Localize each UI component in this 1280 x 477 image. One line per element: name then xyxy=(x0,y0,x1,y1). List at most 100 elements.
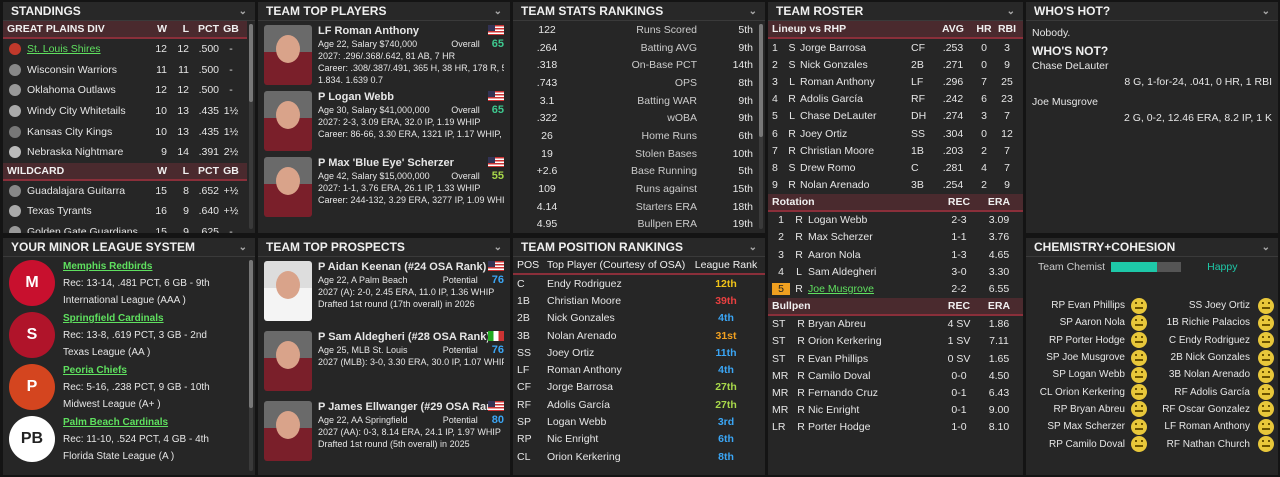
top-player-card[interactable]: P Max 'Blue Eye' Scherzer Age 42, Salary … xyxy=(258,153,510,219)
batting-order: 5 xyxy=(772,110,778,123)
position-ranking-row[interactable]: 1B Christian Moore 39th xyxy=(513,292,765,309)
bullpen-row[interactable]: ST R Bryan Abreu 4 SV 1.86 xyxy=(768,316,1023,333)
lineup-row[interactable]: 9 R Nolan Arenado 3B .254 2 9 xyxy=(768,177,1023,194)
standings-row[interactable]: Golden Gate Guardians 15 9 .625 - xyxy=(3,222,247,233)
position-ranking-row[interactable]: C Endy Rodriguez 12th xyxy=(513,275,765,292)
standings-row[interactable]: Texas Tyrants 16 9 .640 +½ xyxy=(3,201,247,222)
stat-value: 109 xyxy=(538,183,556,196)
team-l: 12 xyxy=(177,43,189,56)
position-ranking-row[interactable]: LF Roman Anthony 4th xyxy=(513,361,765,378)
minor-league-team[interactable]: PB Palm Beach Cardinals Rec: 11-10, .524 P… xyxy=(3,413,255,465)
chemistry-pair-row[interactable]: SP Max Scherzer LF Roman Anthony xyxy=(1026,418,1278,435)
bullpen-row[interactable]: ST R Orion Kerkering 1 SV 7.11 xyxy=(768,333,1023,350)
position-ranking-row[interactable]: CL Orion Kerkering 8th xyxy=(513,448,765,465)
standings-section-header: WILDCARD W L PCT GB xyxy=(3,162,247,181)
position-table-header: POS Top Player (Courtesy of OSA) League Ra… xyxy=(513,257,765,275)
top-player-card[interactable]: LF Roman Anthony Age 22, Salary $740,000 O… xyxy=(258,21,510,87)
lineup-row[interactable]: 7 R Christian Moore 1B .203 2 7 xyxy=(768,142,1023,159)
lineup-row[interactable]: 6 R Joey Ortiz SS .304 0 12 xyxy=(768,125,1023,142)
stat-rank: 8th xyxy=(738,76,753,89)
chemistry-label: Team Chemist xyxy=(1038,261,1106,273)
column-header: L xyxy=(182,164,189,177)
chevron-down-icon[interactable]: ⌄ xyxy=(749,6,757,17)
record: 2-3 xyxy=(951,214,967,227)
scrollbar[interactable] xyxy=(249,260,253,471)
minor-league-team[interactable]: M Memphis Redbirds Rec: 13-14, .481 PCT, 6… xyxy=(3,257,255,309)
lineup-row[interactable]: 2 S Nick Gonzales 2B .271 0 9 xyxy=(768,56,1023,73)
bullpen-row[interactable]: ST R Evan Phillips 0 SV 1.65 xyxy=(768,350,1023,367)
bullpen-row[interactable]: LR R Porter Hodge 1-0 8.10 xyxy=(768,419,1023,436)
team-name[interactable]: Springfield Cardinals xyxy=(63,310,207,327)
standings-row[interactable]: Wisconsin Warriors 11 11 .500- xyxy=(3,60,247,81)
cold-player[interactable]: Chase DeLauter 8 G, 1-for-24, .041, 0 HR,… xyxy=(1032,60,1272,88)
chemistry-pair-row[interactable]: RP Camilo Doval RF Nathan Church xyxy=(1026,435,1278,453)
scrollbar[interactable] xyxy=(249,24,253,229)
chevron-down-icon[interactable]: ⌄ xyxy=(1262,242,1270,253)
position-ranking-row[interactable]: SP Logan Webb 3rd xyxy=(513,413,765,430)
section-label: Lineup vs RHP xyxy=(772,23,847,35)
prospect-card[interactable]: P Aidan Keenan (#24 OSA Rank) Age 22, A P… xyxy=(258,257,510,327)
chevron-down-icon[interactable]: ⌄ xyxy=(749,242,757,253)
era: 7.11 xyxy=(989,335,1009,348)
rotation-row[interactable]: 4 L Sam Aldegheri 3-0 3.30 xyxy=(768,263,1023,280)
bullpen-row[interactable]: MR R Nic Enright 0-1 9.00 xyxy=(768,402,1023,419)
lineup-row[interactable]: 4 R Adolis García RF .242 6 23 xyxy=(768,91,1023,108)
position-ranking-row[interactable]: 3B Nolan Arenado 31st xyxy=(513,327,765,344)
chemistry-pair-row[interactable]: RP Evan Phillips SS Joey Ortiz xyxy=(1026,297,1278,314)
team-name[interactable]: Memphis Redbirds xyxy=(63,258,210,275)
standings-row[interactable]: Kansas City Kings 10 13 .435 1½ xyxy=(3,121,247,142)
rotation-row[interactable]: 1 R Logan Webb 2-3 3.09 xyxy=(768,212,1023,229)
team-name[interactable]: Palm Beach Cardinals xyxy=(63,414,209,431)
minor-league-team[interactable]: S Springfield Cardinals Rec: 13-8, .619 PC… xyxy=(3,309,255,361)
position-ranking-row[interactable]: 2B Nick Gonzales 4th xyxy=(513,310,765,327)
pitcher-name[interactable]: Joe Musgrove xyxy=(808,283,939,295)
scrollbar[interactable] xyxy=(759,24,763,229)
bullpen-row[interactable]: MR R Camilo Doval 0-0 4.50 xyxy=(768,367,1023,384)
lineup-row[interactable]: 3 L Roman Anthony LF .296 7 25 xyxy=(768,73,1023,90)
bats: R xyxy=(788,127,796,140)
whos-not-title: WHO'S NOT? xyxy=(1026,41,1278,60)
rotation-row[interactable]: 3 R Aaron Nola 1-3 4.65 xyxy=(768,246,1023,263)
pair-right: C Endy Rodriguez xyxy=(1168,334,1250,346)
chemistry-pair-row[interactable]: RP Bryan Abreu RF Oscar Gonzalez xyxy=(1026,401,1278,418)
chevron-down-icon[interactable]: ⌄ xyxy=(494,242,502,253)
standings-row[interactable]: Oklahoma Outlaws 12 12 .500- xyxy=(3,80,247,101)
lineup-row[interactable]: 1 S Jorge Barrosa CF .253 0 3 xyxy=(768,39,1023,56)
position-ranking-row[interactable]: RP Nic Enright 6th xyxy=(513,431,765,448)
chemistry-pair-row[interactable]: CL Orion Kerkering RF Adolis García xyxy=(1026,383,1278,401)
chemistry-pair-row[interactable]: SP Aaron Nola 1B Richie Palacios xyxy=(1026,314,1278,331)
overall-label: Overall xyxy=(451,171,480,181)
top-player-card[interactable]: P Logan Webb Age 30, Salary $41,000,000 Ov… xyxy=(258,87,510,153)
minor-league-panel: YOUR MINOR LEAGUE SYSTEM ⌄ M Memphis Redbi… xyxy=(3,238,255,475)
rotation-row[interactable]: 2 R Max Scherzer 1-1 3.76 xyxy=(768,229,1023,246)
position-ranking-row[interactable]: SS Joey Ortiz 11th xyxy=(513,344,765,361)
chevron-down-icon[interactable]: ⌄ xyxy=(1262,6,1270,17)
cold-player[interactable]: Joe Musgrove 2 G, 0-2, 12.46 ERA, 8.2 IP,… xyxy=(1032,96,1272,124)
chemistry-pair-row[interactable]: SP Logan Webb 3B Nolan Arenado xyxy=(1026,366,1278,383)
standings-row[interactable]: Windy City Whitetails 10 13 .435 1½ xyxy=(3,101,247,122)
stat-value: 26 xyxy=(541,129,553,142)
standings-row[interactable]: Nebraska Nightmare 9 14 .391 2½ xyxy=(3,142,247,163)
standings-row[interactable]: Guadalajara Guitarra 15 8 .652 +½ xyxy=(3,181,247,202)
chemistry-pair-row[interactable]: SP Joe Musgrove 2B Nick Gonzales xyxy=(1026,349,1278,366)
chevron-down-icon[interactable]: ⌄ xyxy=(239,6,247,17)
position: 3B xyxy=(911,179,924,192)
rotation-row[interactable]: 5 R Joe Musgrove 2-2 6.55 xyxy=(768,280,1023,297)
prospect-card[interactable]: P James Ellwanger (#29 OSA Rank) Age 22, … xyxy=(258,397,510,467)
standings-row[interactable]: St. Louis Shires 12 12 .500- xyxy=(3,39,247,60)
lineup-row[interactable]: 8 S Drew Romo C .281 4 7 xyxy=(768,159,1023,176)
happy-face-icon xyxy=(1131,314,1147,331)
team-name[interactable]: St. Louis Shires xyxy=(27,43,145,55)
chevron-down-icon[interactable]: ⌄ xyxy=(239,242,247,253)
position-ranking-row[interactable]: RF Adolis García 27th xyxy=(513,396,765,413)
prospect-card[interactable]: P Sam Aldegheri (#28 OSA Rank) Age 25, ML… xyxy=(258,327,510,397)
stat-name: Home Runs xyxy=(641,129,697,142)
position-ranking-row[interactable]: CF Jorge Barrosa 27th xyxy=(513,379,765,396)
chevron-down-icon[interactable]: ⌄ xyxy=(1007,6,1015,17)
lineup-row[interactable]: 5 L Chase DeLauter DH .274 3 7 xyxy=(768,108,1023,125)
chevron-down-icon[interactable]: ⌄ xyxy=(494,6,502,17)
team-name[interactable]: Peoria Chiefs xyxy=(63,362,210,379)
minor-league-team[interactable]: P Peoria Chiefs Rec: 5-16, .238 PCT, 9 GB … xyxy=(3,361,255,413)
chemistry-pair-row[interactable]: RP Porter Hodge C Endy Rodriguez xyxy=(1026,332,1278,349)
bullpen-row[interactable]: MR R Fernando Cruz 0-1 6.43 xyxy=(768,384,1023,401)
